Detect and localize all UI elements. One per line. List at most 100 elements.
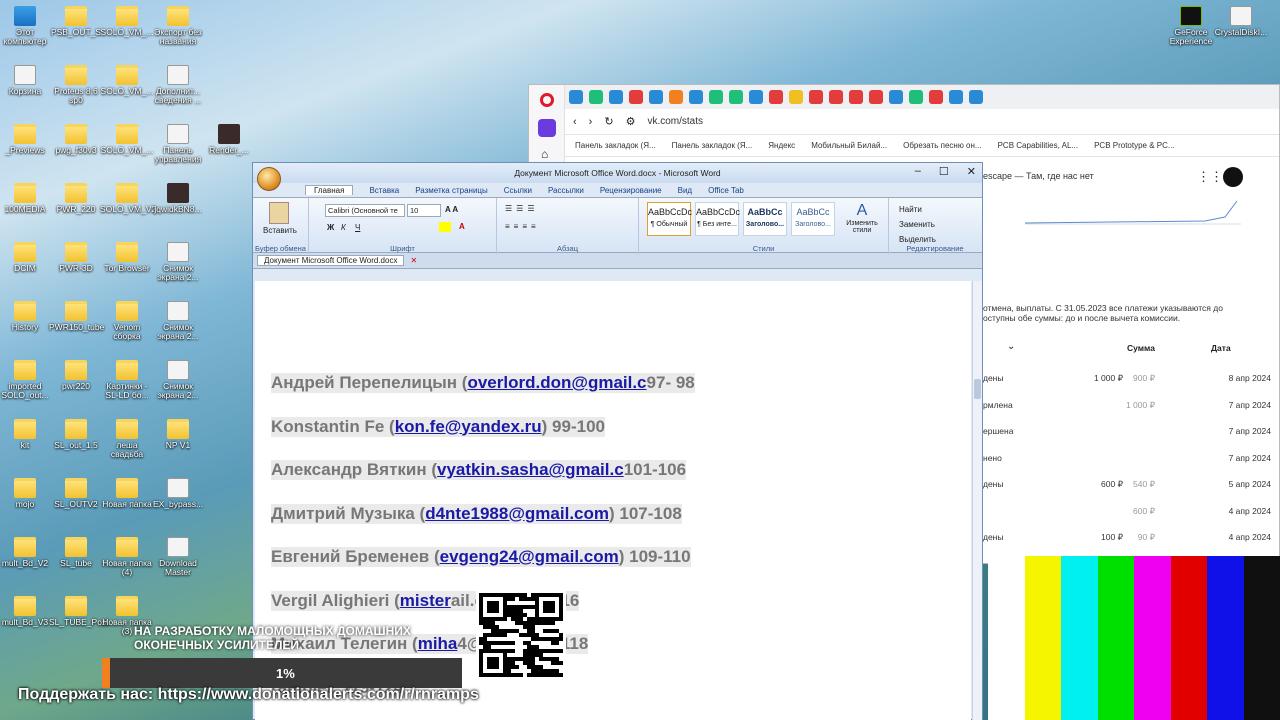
minimize-icon[interactable]: – [915,165,921,178]
bookmark[interactable]: Мобильный Билай... [811,141,887,150]
desktop-icon[interactable]: Картинки - SL-LD бо... [100,360,154,400]
desktop-icon[interactable]: SOLO_VM_... [100,124,154,155]
desktop-icon[interactable]: Proteus 8.6 sp0 [49,65,103,105]
desktop-icon[interactable]: 100MEDIA [0,183,52,214]
desktop-icon[interactable]: Новая папка [100,478,154,509]
browser-tab[interactable] [629,90,643,104]
ribbon-tab[interactable]: Вид [678,186,692,195]
desktop-icon[interactable]: SOLO_VM_... [100,65,154,96]
desktop-icon[interactable]: Новая папка (4) [100,537,154,577]
bookmark[interactable]: Обрезать песню он... [903,141,981,150]
reload-icon[interactable]: ↻ [604,115,613,128]
desktop-icon[interactable]: SL_tube [49,537,103,568]
desktop-icon[interactable]: mult_Bd_V2 [0,537,52,568]
browser-tab[interactable] [809,90,823,104]
ribbon-tab[interactable]: Рассылки [548,186,584,195]
align-icon[interactable]: ≡≡≡≡ [505,222,540,231]
close-tab-icon[interactable]: ✕ [404,256,423,265]
grow-font-icon[interactable]: A A [445,205,458,214]
desktop-icon[interactable]: PWR150_tube [49,301,104,332]
desktop-icon[interactable]: Этот компьютер [0,6,52,46]
paste-button[interactable]: Вставить [263,226,297,235]
email-link[interactable]: vyatkin.sasha@gmail.c [437,460,624,479]
desktop-icon[interactable]: Download Master [151,537,205,577]
browser-tab[interactable] [709,90,723,104]
home-icon[interactable]: ⌂ [541,147,548,161]
desktop-icon[interactable]: Снимок экрана 2... [151,242,205,282]
desktop-icon[interactable]: DCIM [0,242,52,273]
ribbon-tab[interactable]: Разметка страницы [415,186,488,195]
email-link[interactable]: d4nte1988@gmail.com [425,504,609,523]
desktop-icon[interactable]: imported SOLO_out... [0,360,52,400]
browser-tab[interactable] [789,90,803,104]
back-icon[interactable]: ‹ [573,116,577,128]
ribbon-tab[interactable]: Ссылки [504,186,532,195]
office-button-icon[interactable] [257,167,281,191]
underline-icon[interactable]: Ч [355,223,360,232]
ribbon-tab[interactable]: Рецензирование [600,186,662,195]
font-color-icon[interactable]: A [459,222,465,231]
list-icon[interactable]: ☰☰☰ [505,204,539,213]
desktop-icon[interactable]: Дополнит... сведения ... [151,65,205,105]
url-field[interactable]: vk.com/stats [647,116,703,127]
font-name-select[interactable]: Calibri (Основной те [325,204,405,217]
browser-tab[interactable] [969,90,983,104]
desktop-icon[interactable]: PWR-3D [49,242,103,273]
browser-tab[interactable] [589,90,603,104]
paste-icon[interactable] [269,202,289,224]
desktop-icon[interactable]: Render_... [202,124,256,155]
maximize-icon[interactable]: ☐ [939,165,949,178]
desktop-icon[interactable]: mult_Bd_V3 [0,596,52,627]
desktop-icon[interactable]: SL_TUBE_Post [49,596,109,627]
browser-tab[interactable] [569,90,583,104]
browser-tab[interactable] [729,90,743,104]
desktop-icon-geforce[interactable]: GeForce Experience [1164,6,1218,46]
desktop-icon[interactable]: PSB_OUT_S [49,6,103,37]
browser-tab[interactable] [849,90,863,104]
browser-tab[interactable] [929,90,943,104]
ribbon-tab[interactable]: Office Tab [708,186,744,195]
document-tab[interactable]: Документ Microsoft Office Word.docx [257,255,405,266]
avatar[interactable] [1223,167,1243,187]
italic-icon[interactable]: К [341,223,346,232]
bookmark[interactable]: Панель закладок (Я... [672,141,753,150]
bookmark[interactable]: Яндекс [768,141,795,150]
find-button[interactable]: Найти [899,202,936,217]
email-link[interactable]: mister [400,591,451,610]
browser-tab[interactable] [649,90,663,104]
font-size-select[interactable]: 10 [407,204,441,217]
ribbon-tab[interactable]: Главная [305,185,354,195]
desktop-icon[interactable]: pwg_f30v3 [49,124,103,155]
browser-tab[interactable] [909,90,923,104]
desktop-icon[interactable]: SL_out_1.5 [49,419,103,450]
ribbon-tab[interactable]: Вставка [369,186,399,195]
browser-tab[interactable] [669,90,683,104]
browser-tab[interactable] [609,90,623,104]
scroll-thumb[interactable] [974,379,981,399]
desktop-icon[interactable]: SOLO_VM_V2 [100,183,156,214]
desktop-icon[interactable]: Панель управления [151,124,205,164]
vertical-scrollbar[interactable] [972,281,982,720]
browser-tab[interactable] [689,90,703,104]
style-heading1[interactable]: AaBbCc Заголово... [743,202,787,236]
apps-grid-icon[interactable]: ⋮⋮ [1197,169,1223,185]
style-heading2[interactable]: AaBbCc Заголово... [791,202,835,236]
browser-tab[interactable] [749,90,763,104]
now-playing[interactable]: escape — Там, где нас нет [983,171,1094,181]
browser-tab[interactable] [869,90,883,104]
replace-button[interactable]: Заменить [899,217,936,232]
desktop-icon[interactable]: _Previews [0,124,52,155]
email-link[interactable]: kon.fe@yandex.ru [395,417,542,436]
style-normal[interactable]: AaBbCcDc ¶ Обычный [647,202,692,236]
desktop-icon[interactable]: kit [0,419,52,450]
desktop-icon[interactable]: PWR_220 [49,183,103,214]
bookmark[interactable]: PCB Capabilities, AL... [998,141,1078,150]
email-link[interactable]: overlord.don@gmail.c [467,373,646,392]
desktop-icon[interactable]: леша свадьба [100,419,154,459]
bookmark[interactable]: PCB Prototype & PC... [1094,141,1174,150]
browser-tab[interactable] [829,90,843,104]
dropdown-chevron-icon[interactable]: ⌄ [1007,341,1015,352]
site-settings-icon[interactable]: ⚙ [626,115,636,128]
desktop-icon[interactable]: EX_bypass... [151,478,205,509]
email-link[interactable]: evgeng24@gmail.com [440,547,619,566]
